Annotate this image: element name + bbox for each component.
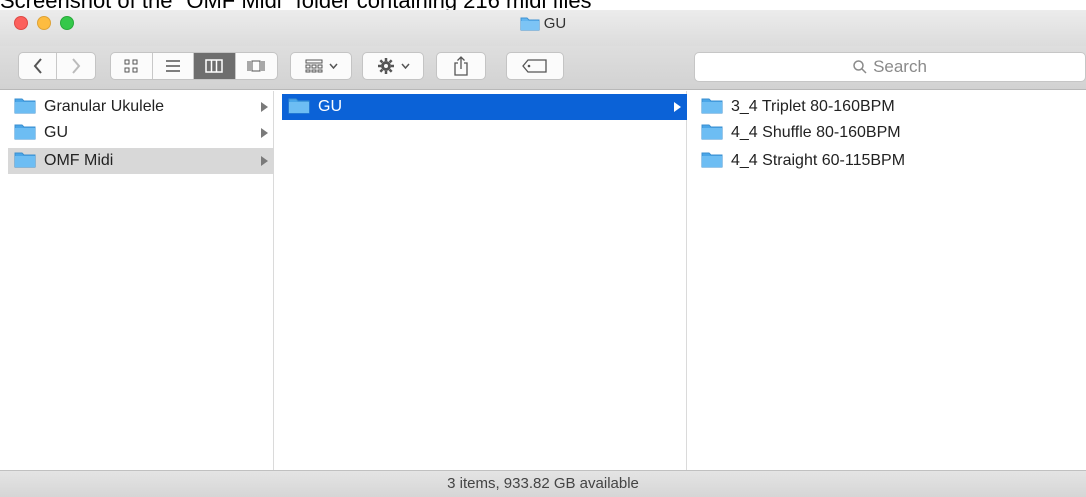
- folder-label: OMF Midi: [44, 152, 114, 169]
- share-icon: [454, 56, 468, 76]
- folder-row[interactable]: OMF Midi: [8, 148, 274, 174]
- column-browser: Granular Ukulele GU OMF Midi GU 3_4 Triple…: [0, 91, 1086, 470]
- folder-icon: [14, 150, 36, 173]
- chevron-down-icon: [400, 63, 410, 69]
- folder-icon: [701, 122, 723, 145]
- disclosure-arrow-icon: [674, 102, 681, 112]
- column-2: GU: [274, 91, 687, 470]
- icon-view-button[interactable]: [111, 53, 153, 79]
- chevron-right-icon: [72, 58, 81, 74]
- list-view-button[interactable]: [153, 53, 194, 79]
- disclosure-arrow-icon: [261, 156, 268, 166]
- folder-icon: [288, 96, 310, 119]
- folder-label: GU: [44, 124, 68, 141]
- list-icon: [165, 60, 180, 72]
- folder-row[interactable]: 3_4 Triplet 80-160BPM: [695, 94, 1086, 120]
- tag-icon: [522, 59, 547, 73]
- disclosure-arrow-icon: [261, 102, 268, 112]
- folder-row[interactable]: GU: [282, 94, 687, 120]
- folder-label: 4_4 Shuffle 80-160BPM: [731, 124, 901, 141]
- folder-label: Granular Ukulele: [44, 98, 165, 115]
- arrange-icon: [305, 59, 322, 73]
- folder-row[interactable]: 4_4 Straight 60-115BPM: [695, 148, 1086, 174]
- chevron-down-icon: [328, 63, 338, 69]
- view-mode-control: [110, 52, 278, 80]
- cover-flow-button[interactable]: [236, 53, 277, 79]
- grid-icon: [124, 59, 138, 73]
- folder-label: 4_4 Straight 60-115BPM: [731, 152, 906, 169]
- folder-icon: [14, 122, 36, 145]
- window-title: GU: [0, 14, 1086, 34]
- column-1: Granular Ukulele GU OMF Midi: [0, 91, 274, 470]
- column-3: 3_4 Triplet 80-160BPM 4_4 Shuffle 80-160B…: [687, 91, 1086, 470]
- search-field[interactable]: Search: [694, 52, 1086, 82]
- folder-icon: [520, 15, 540, 37]
- folder-label: GU: [318, 98, 342, 115]
- action-button[interactable]: [362, 52, 424, 80]
- disclosure-arrow-icon: [261, 128, 268, 138]
- cover-flow-icon: [247, 60, 265, 72]
- columns-icon: [205, 59, 223, 73]
- folder-icon: [701, 150, 723, 173]
- window-title-text: GU: [543, 15, 567, 32]
- search-icon: [853, 60, 867, 74]
- forward-button[interactable]: [57, 53, 95, 79]
- title-bar: GU: [0, 10, 1086, 46]
- folder-row[interactable]: 4_4 Shuffle 80-160BPM: [695, 120, 1086, 146]
- gear-icon: [377, 58, 394, 74]
- column-view-button[interactable]: [194, 53, 236, 79]
- folder-icon: [14, 96, 36, 119]
- arrange-button[interactable]: [290, 52, 352, 80]
- navigation-buttons: [18, 52, 96, 80]
- search-placeholder: Search: [873, 57, 927, 76]
- folder-icon: [701, 96, 723, 119]
- toolbar: Search: [0, 46, 1086, 90]
- folder-row[interactable]: GU: [8, 120, 274, 146]
- share-button[interactable]: [436, 52, 486, 80]
- tag-button[interactable]: [506, 52, 564, 80]
- back-button[interactable]: [19, 53, 58, 79]
- folder-label: 3_4 Triplet 80-160BPM: [731, 98, 895, 115]
- chevron-left-icon: [33, 58, 42, 74]
- status-bar: 3 items, 933.82 GB available: [0, 470, 1086, 497]
- folder-row[interactable]: Granular Ukulele: [8, 94, 274, 120]
